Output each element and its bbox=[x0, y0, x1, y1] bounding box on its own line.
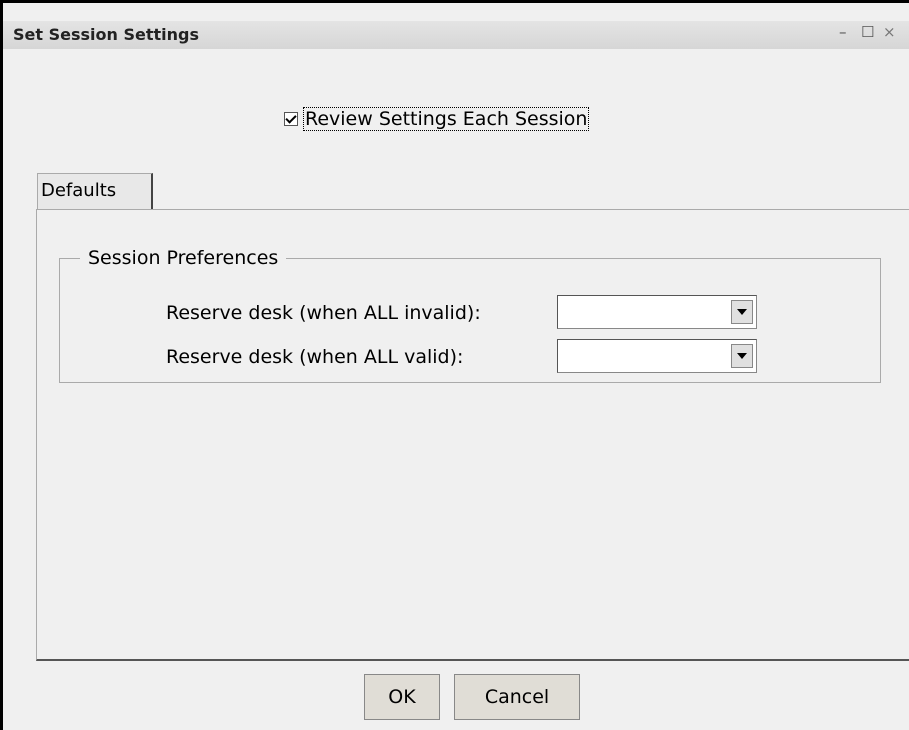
reserve-desk-invalid-label: Reserve desk (when ALL invalid): bbox=[166, 302, 481, 324]
minimize-icon[interactable]: – bbox=[839, 23, 847, 41]
ok-button[interactable]: OK bbox=[364, 674, 440, 720]
title-bar[interactable]: Set Session Settings – ☐ × bbox=[3, 3, 909, 65]
chevron-down-icon[interactable] bbox=[731, 300, 753, 324]
review-settings-label[interactable]: Review Settings Each Session bbox=[303, 107, 590, 131]
tab-defaults[interactable]: Defaults bbox=[37, 173, 153, 209]
tab-panel-defaults: Session Preferences Reserve desk (when A… bbox=[36, 209, 909, 661]
review-settings-checkbox-row[interactable]: Review Settings Each Session bbox=[284, 107, 590, 131]
window-title: Set Session Settings bbox=[13, 25, 199, 44]
dialog-window: Set Session Settings – ☐ × Review Settin… bbox=[0, 0, 909, 730]
cancel-button[interactable]: Cancel bbox=[454, 674, 580, 720]
reserve-desk-invalid-select[interactable] bbox=[557, 295, 757, 329]
chevron-down-icon[interactable] bbox=[731, 344, 753, 368]
review-settings-checkbox[interactable] bbox=[284, 112, 298, 126]
reserve-desk-valid-select[interactable] bbox=[557, 339, 757, 373]
reserve-desk-valid-label: Reserve desk (when ALL valid): bbox=[166, 346, 464, 368]
group-legend: Session Preferences bbox=[80, 247, 287, 269]
session-preferences-group: Session Preferences Reserve desk (when A… bbox=[59, 247, 881, 383]
close-icon[interactable]: × bbox=[883, 23, 896, 41]
maximize-icon[interactable]: ☐ bbox=[861, 23, 874, 41]
